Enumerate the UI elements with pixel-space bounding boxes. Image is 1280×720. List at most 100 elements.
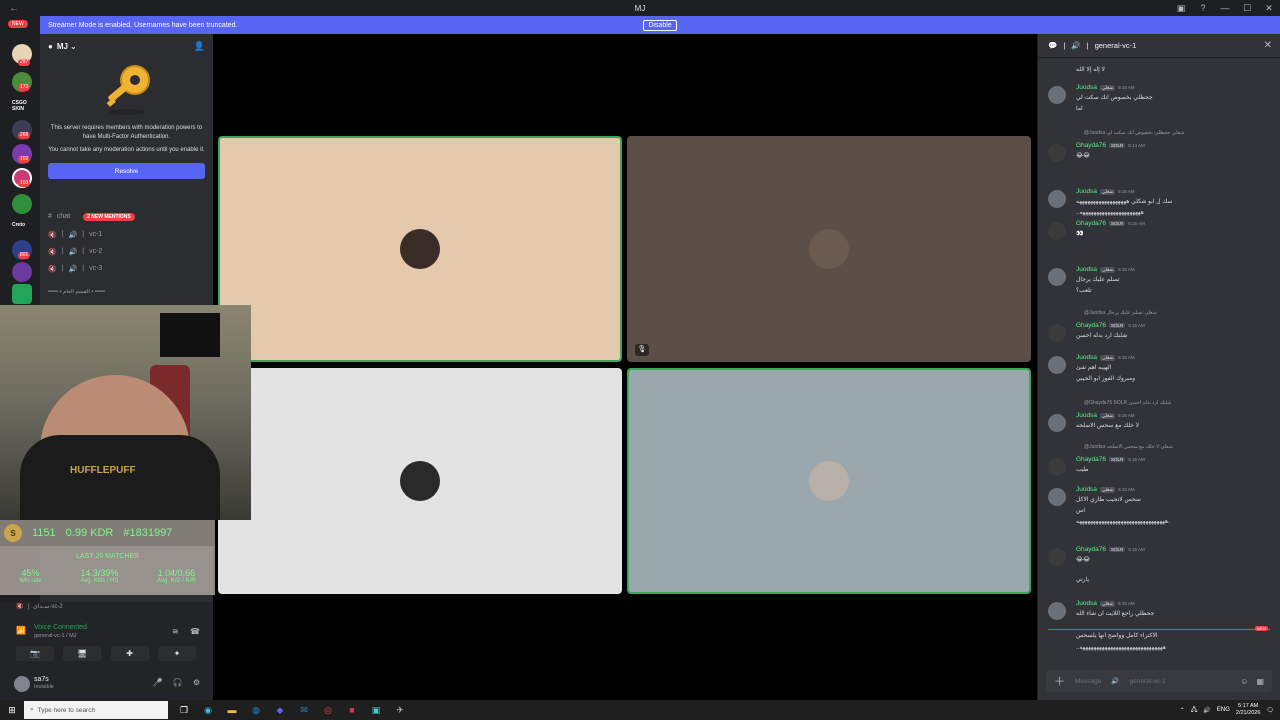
edge-icon[interactable]: ◍ bbox=[248, 703, 264, 717]
tray-chevron-icon[interactable]: ⌃ bbox=[1180, 707, 1185, 714]
stat-kills-hs: 14.3/39% Avg. Kills / HS bbox=[80, 568, 119, 584]
video-tile[interactable] bbox=[218, 136, 622, 362]
avatar[interactable] bbox=[14, 676, 30, 692]
app-icon[interactable]: ▣ bbox=[368, 703, 384, 717]
streamer-webcam: HUFFLEPUFF bbox=[0, 305, 251, 520]
emoji-icon[interactable]: ☺ bbox=[1240, 677, 1248, 686]
taskbar-search[interactable]: ⌕ Type here to search bbox=[24, 701, 168, 719]
mentions-badge[interactable]: 2 NEW MENTIONS bbox=[83, 212, 135, 221]
message-author[interactable]: Juodsa bbox=[1076, 412, 1097, 419]
server-label[interactable]: Creto bbox=[12, 222, 25, 228]
server-icon[interactable] bbox=[12, 284, 32, 304]
reply-preview[interactable]: @Ghayda76 SOLR شلنك ارد بدله احسن bbox=[1084, 400, 1171, 406]
channel-vc-3[interactable]: 🔇 | 🔊 | vc-3 bbox=[40, 260, 102, 277]
message-author[interactable]: Ghayda76 bbox=[1076, 546, 1106, 553]
screen-share-button[interactable]: 🖥 bbox=[63, 646, 102, 661]
notifications-icon[interactable]: 🗨 bbox=[1266, 707, 1274, 714]
webcam-tv bbox=[160, 313, 220, 357]
message-author[interactable]: Juodsa bbox=[1076, 266, 1097, 273]
disable-streamer-mode-button[interactable]: Disable bbox=[643, 19, 677, 31]
volume-icon[interactable]: 🔊 bbox=[1203, 707, 1210, 714]
discord-icon[interactable]: ◆ bbox=[272, 703, 288, 717]
avatar[interactable] bbox=[1048, 222, 1066, 240]
taskbar-clock[interactable]: 5:17 AM 2/21/2026 bbox=[1236, 703, 1260, 717]
avatar[interactable] bbox=[1048, 144, 1066, 162]
apps-icon[interactable]: ▦ bbox=[1256, 677, 1264, 686]
close-icon[interactable]: ✕ bbox=[1264, 40, 1272, 51]
close-window-button[interactable]: ✕ bbox=[1258, 0, 1280, 16]
avatar[interactable] bbox=[1048, 190, 1066, 208]
avatar[interactable] bbox=[1048, 324, 1066, 342]
avatar[interactable] bbox=[1048, 548, 1066, 566]
avatar[interactable] bbox=[1048, 86, 1066, 104]
server-label[interactable]: CSGO SKIN bbox=[12, 100, 40, 112]
task-view-icon[interactable]: ❐ bbox=[176, 703, 192, 717]
chrome-icon[interactable]: ◎ bbox=[320, 703, 336, 717]
server-icon[interactable] bbox=[12, 194, 32, 214]
soundboard-button[interactable]: ✦ bbox=[157, 646, 196, 661]
windows-start-icon[interactable]: ⊞ bbox=[0, 705, 24, 716]
file-explorer-icon[interactable]: ▬ bbox=[224, 703, 240, 717]
edge-icon[interactable]: ◉ bbox=[200, 703, 216, 717]
outlook-icon[interactable]: ✉ bbox=[296, 703, 312, 717]
voice-actions: 📷 🖥 ✚ ✦ bbox=[16, 646, 196, 661]
message-author[interactable]: Juodsa bbox=[1076, 188, 1097, 195]
mic-icon[interactable]: 🎤 bbox=[153, 678, 163, 687]
server-header[interactable]: ● MJ ⌄ 👤 bbox=[40, 34, 213, 58]
message-author[interactable]: Juodsa bbox=[1076, 84, 1097, 91]
server-name: MJ bbox=[56, 41, 68, 51]
role-tag: SOLR bbox=[1109, 547, 1126, 552]
headphones-icon[interactable]: 🎧 bbox=[173, 678, 183, 687]
maximize-button[interactable]: ☐ bbox=[1236, 0, 1258, 16]
avatar[interactable] bbox=[1048, 356, 1066, 374]
message-time: 5:14 AM bbox=[1128, 143, 1145, 148]
help-icon[interactable]: ? bbox=[1192, 0, 1214, 16]
avatar[interactable] bbox=[1048, 268, 1066, 286]
message-composer[interactable]: ＋ Message 🔊 general-vc-1 ☺ ▦ bbox=[1046, 670, 1272, 692]
language-indicator[interactable]: ENG bbox=[1217, 707, 1230, 713]
add-user-icon[interactable]: 👤 bbox=[194, 41, 205, 52]
obs-icon[interactable]: ■ bbox=[344, 703, 360, 717]
voice-connected-sub: general-vc-1 / MJ bbox=[34, 633, 77, 639]
channel-vc-2[interactable]: 🔇 | 🔊 | vc-2 bbox=[40, 243, 102, 260]
server-icon[interactable] bbox=[12, 262, 32, 282]
disconnect-icon[interactable]: ☎ bbox=[190, 627, 200, 636]
message-header: Juodsa شغلي 5:16 AM bbox=[1076, 486, 1135, 493]
video-tile[interactable] bbox=[218, 368, 622, 594]
reply-preview[interactable]: @Juodsa شغلي تسلم عليك يرجال bbox=[1084, 310, 1157, 316]
camera-off-button[interactable]: 📷 bbox=[16, 646, 54, 661]
message-author[interactable]: Juodsa bbox=[1076, 600, 1097, 607]
avatar[interactable] bbox=[1048, 414, 1066, 432]
message-author[interactable]: Ghayda76 bbox=[1076, 142, 1106, 149]
channel-chat[interactable]: # chat 2 NEW MENTIONS bbox=[40, 208, 135, 225]
avatar[interactable] bbox=[1048, 458, 1066, 476]
voice-connected-label[interactable]: Voice Connected bbox=[34, 624, 87, 631]
resolve-button[interactable]: Resolve bbox=[48, 163, 205, 179]
steam-icon[interactable]: ✈ bbox=[392, 703, 408, 717]
message-header: Ghayda76 SOLR 5:15 AM bbox=[1076, 220, 1145, 227]
settings-gear-icon[interactable]: ⚙ bbox=[193, 678, 200, 687]
inbox-icon[interactable]: ▣ bbox=[1170, 0, 1192, 16]
noise-suppression-icon[interactable]: ≋ bbox=[172, 627, 179, 636]
message-text: شلنك ارد بدله احسن bbox=[1076, 333, 1128, 339]
channel-vc-1[interactable]: 🔇 | 🔊 | vc-1 bbox=[40, 226, 102, 243]
video-tile[interactable] bbox=[627, 368, 1031, 594]
user-panel[interactable]: sa7s Invisible 🎤 🎧 ⚙ bbox=[14, 674, 204, 694]
channel-vc-2-row[interactable]: 🔇 | سـداى-vc-2 bbox=[16, 603, 63, 611]
message-author[interactable]: Ghayda76 bbox=[1076, 456, 1106, 463]
activities-button[interactable]: ✚ bbox=[110, 646, 149, 661]
message-author[interactable]: Ghayda76 bbox=[1076, 220, 1106, 227]
message-author[interactable]: Juodsa bbox=[1076, 486, 1097, 493]
channel-category[interactable]: ━━━ • القسم العام • ━━━ bbox=[40, 283, 105, 300]
network-icon[interactable]: 🖧 bbox=[1191, 705, 1198, 715]
reply-preview[interactable]: @Juodsa شغلي لا خلك مع سحس الاسلحه bbox=[1084, 444, 1173, 450]
message-input[interactable]: Message bbox=[1075, 678, 1101, 685]
message-author[interactable]: Juodsa bbox=[1076, 354, 1097, 361]
video-tile[interactable]: 🎙 bbox=[627, 136, 1031, 362]
add-attachment-icon[interactable]: ＋ bbox=[1054, 673, 1065, 689]
reply-preview[interactable]: @Juodsa شغلي جحظلي بخصوص انك سكت لي bbox=[1084, 130, 1184, 136]
avatar[interactable] bbox=[1048, 602, 1066, 620]
message-author[interactable]: Ghayda76 bbox=[1076, 322, 1106, 329]
avatar[interactable] bbox=[1048, 488, 1066, 506]
minimize-button[interactable]: — bbox=[1214, 0, 1236, 16]
